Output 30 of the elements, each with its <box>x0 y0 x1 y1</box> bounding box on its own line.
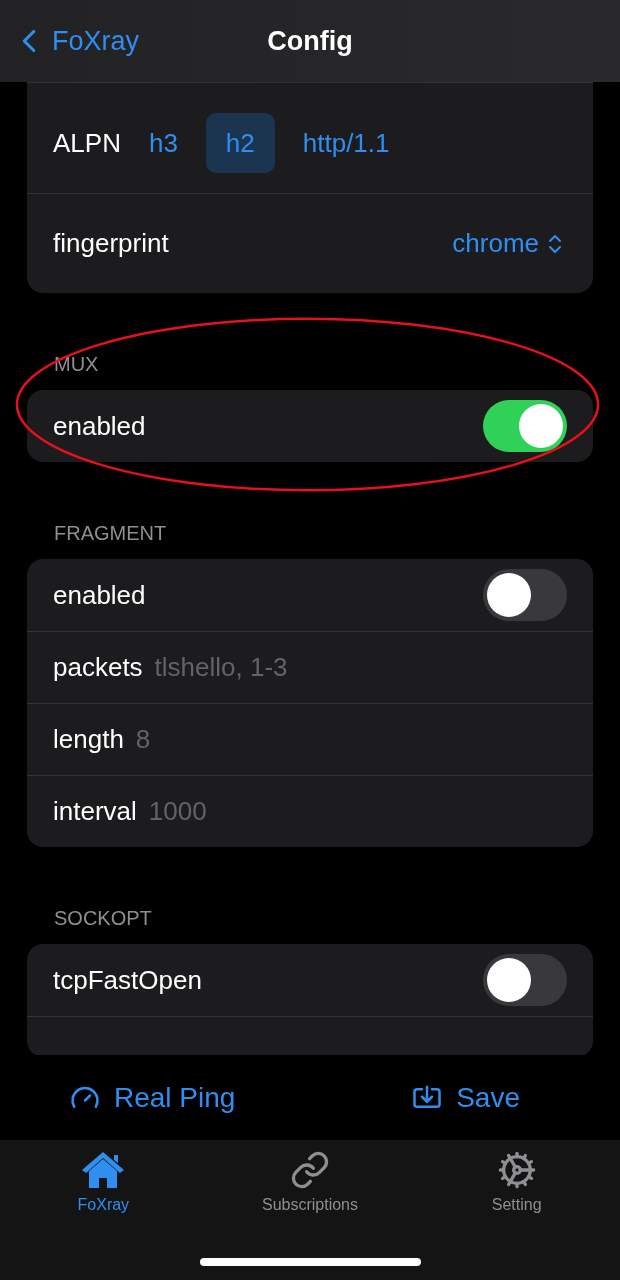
row-label: packets <box>53 652 143 683</box>
tab-item[interactable]: FoXray <box>77 1150 130 1214</box>
section-header: FRAGMENT <box>54 522 167 544</box>
row-label: length <box>53 724 124 755</box>
section-header: MUX <box>54 353 99 375</box>
toggle-switch[interactable] <box>483 400 567 452</box>
toolbar-button[interactable]: Save <box>412 1081 520 1114</box>
link-icon <box>290 1150 330 1190</box>
input-field[interactable]: 8 <box>133 723 567 756</box>
segment-option[interactable]: h2 <box>205 113 275 173</box>
row-label: enabled <box>53 410 146 442</box>
screen-title: Config <box>267 25 353 56</box>
tab-item[interactable]: Subscriptions <box>261 1150 358 1214</box>
row-label: ALPN <box>53 127 121 159</box>
row-label: enabled <box>53 579 146 611</box>
row-label: fingerprint <box>53 228 169 259</box>
back-link[interactable]: FoXray <box>0 22 140 60</box>
segment-option[interactable]: http/1.1 <box>282 113 410 173</box>
section-header: SOCKOPT <box>54 907 152 929</box>
segment-option[interactable]: h3 <box>128 113 198 173</box>
input-field[interactable]: 1000 <box>146 795 567 828</box>
picker-button[interactable]: chrome <box>452 228 567 259</box>
input-field[interactable]: tlshello, 1-3 <box>152 651 567 684</box>
row-label: interval <box>53 796 137 827</box>
gear-icon <box>496 1150 537 1190</box>
row-label: tcpFastOpen <box>53 964 202 996</box>
toggle-switch[interactable] <box>483 954 567 1006</box>
toolbar-button[interactable]: Real Ping <box>70 1081 236 1114</box>
toggle-switch[interactable] <box>483 569 567 621</box>
tab-item[interactable]: Setting <box>491 1150 542 1214</box>
